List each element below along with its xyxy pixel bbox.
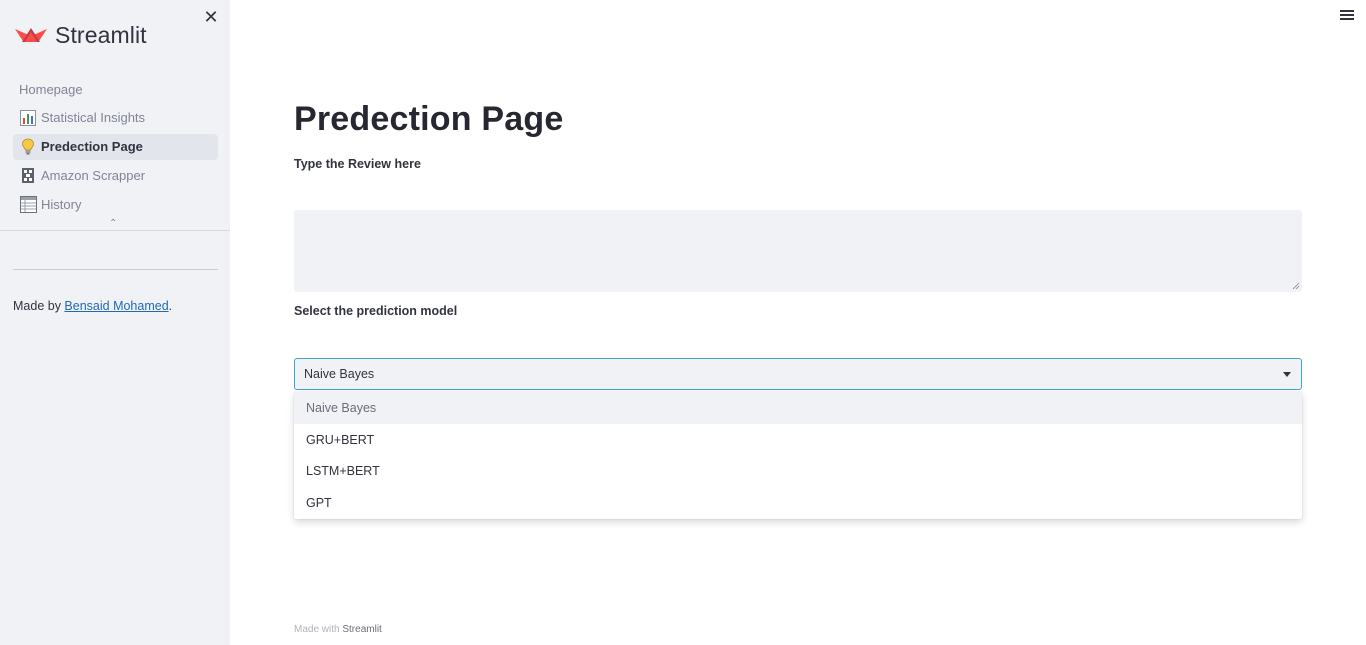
sidebar-item-label: History [41, 196, 82, 212]
streamlit-logo[interactable]: Streamlit [14, 22, 147, 49]
sidebar-nav-divider [0, 230, 230, 231]
sidebar-item-amazon-scrapper[interactable]: Amazon Scrapper [13, 162, 218, 188]
main-menu-hamburger-icon[interactable] [1340, 10, 1354, 22]
dropdown-option-lstm-bert[interactable]: LSTM+BERT [294, 456, 1302, 488]
sidebar: ✕ Streamlit Homepage Statistical Insight… [0, 0, 230, 645]
dropdown-option-gpt[interactable]: GPT [294, 487, 1302, 519]
sidebar-item-history[interactable]: History [13, 191, 218, 217]
sidebar-item-homepage[interactable]: Homepage [13, 76, 218, 102]
sidebar-divider [13, 269, 218, 270]
lightbulb-icon [19, 138, 37, 156]
made-by-prefix: Made by [13, 299, 65, 313]
collapse-nav-chevron-up-icon[interactable]: ⌃ [109, 218, 117, 229]
sidebar-item-label: Statistical Insights [41, 110, 146, 126]
dropdown-option-gru-bert[interactable]: GRU+BERT [294, 424, 1302, 456]
spreadsheet-icon [19, 195, 37, 213]
sidebar-item-label: Homepage [19, 81, 83, 97]
sidebar-nav: Homepage Statistical Insights Predection… [13, 76, 218, 220]
model-dropdown-menu: Naive Bayes GRU+BERT LSTM+BERT GPT [294, 392, 1302, 519]
footer-prefix: Made with [294, 624, 340, 635]
review-label: Type the Review here [294, 157, 421, 171]
made-by-suffix: . [168, 299, 173, 313]
streamlit-crown-icon [15, 27, 47, 42]
author-link[interactable]: Bensaid Mohamed [64, 299, 168, 313]
made-by-text: Made by Bensaid Mohamed. [13, 299, 172, 313]
model-select[interactable]: Naive Bayes [294, 358, 1302, 390]
dropdown-option-naive-bayes[interactable]: Naive Bayes [294, 392, 1302, 424]
sidebar-item-label: Amazon Scrapper [41, 167, 146, 183]
sidebar-item-statistical-insights[interactable]: Statistical Insights [13, 105, 218, 131]
footer-streamlit-link[interactable]: Streamlit [342, 624, 381, 635]
model-select-value: Naive Bayes [304, 367, 375, 381]
resize-handle-icon[interactable] [1292, 282, 1300, 290]
sidebar-item-predection-page[interactable]: Predection Page [13, 133, 218, 160]
bar-chart-icon [19, 109, 37, 127]
footer: Made with Streamlit [294, 624, 382, 635]
sidebar-item-label: Predection Page [41, 139, 143, 155]
logo-text: Streamlit [55, 22, 147, 48]
review-textarea[interactable] [294, 210, 1302, 292]
page-title: Predection Page [294, 100, 564, 138]
film-reel-icon [19, 166, 37, 184]
close-sidebar-button[interactable]: ✕ [203, 8, 219, 26]
model-select-label: Select the prediction model [294, 304, 458, 318]
caret-down-icon[interactable] [1283, 372, 1291, 377]
